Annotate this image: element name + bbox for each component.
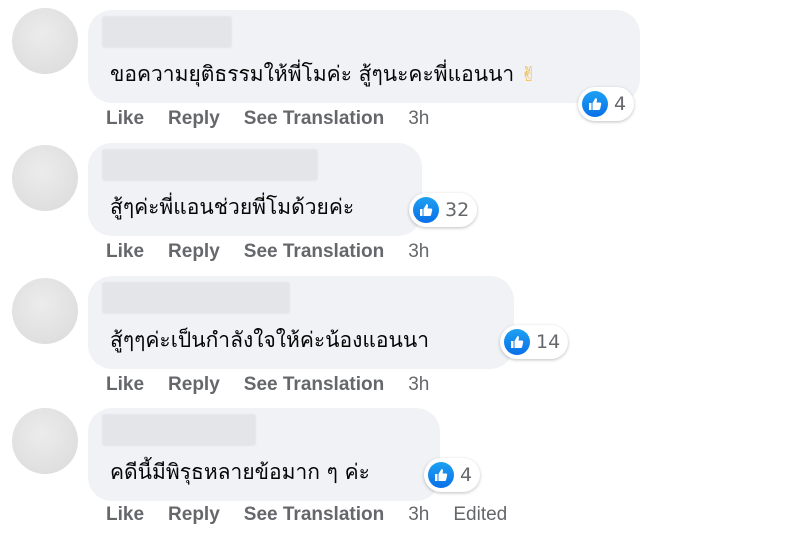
reaction-badge[interactable]: 4 xyxy=(578,87,635,121)
timestamp[interactable]: 3h xyxy=(408,241,429,263)
comment-text: ขอความยุติธรรมให้พี่โมค่ะ สู้ๆนะคะพี่แอน… xyxy=(110,60,537,88)
comment-item: สู้ๆค่ะพี่แอนช่วยพี่โมด้วยค่ะ 32 Like Re… xyxy=(0,133,800,266)
comment-text-content: สู้ๆค่ะพี่แอนช่วยพี่โมด้วยค่ะ xyxy=(110,195,355,219)
victory-hand-icon: ✌ xyxy=(520,62,537,86)
avatar[interactable] xyxy=(12,278,78,344)
timestamp[interactable]: 3h xyxy=(408,374,429,396)
edited-label[interactable]: Edited xyxy=(453,504,507,526)
comment-text-content: คดีนี้มีพิรุธหลายข้อมาก ๆ ค่ะ xyxy=(110,460,370,484)
comment-item: ขอความยุติธรรมให้พี่โมค่ะ สู้ๆนะคะพี่แอน… xyxy=(0,0,800,133)
comment-text-content: ขอความยุติธรรมให้พี่โมค่ะ สู้ๆนะคะพี่แอน… xyxy=(110,62,515,86)
reaction-count: 4 xyxy=(460,464,473,486)
author-name-blurred[interactable] xyxy=(102,149,318,181)
comment-bubble: คดีนี้มีพิรุธหลายข้อมาก ๆ ค่ะ xyxy=(88,408,440,501)
comment-actions: Like Reply See Translation 3h Edited xyxy=(106,501,531,529)
like-link[interactable]: Like xyxy=(106,374,144,396)
reaction-badge[interactable]: 32 xyxy=(409,193,478,227)
comment-text: สู้ๆๆค่ะเป็นกำลังใจให้ค่ะน้องแอนนา xyxy=(110,326,429,354)
comment-actions: Like Reply See Translation 3h xyxy=(106,371,453,399)
see-translation-link[interactable]: See Translation xyxy=(244,504,384,526)
like-icon xyxy=(582,91,608,117)
comment-actions: Like Reply See Translation 3h xyxy=(106,105,453,133)
like-icon xyxy=(413,197,439,223)
comment-item: สู้ๆๆค่ะเป็นกำลังใจให้ค่ะน้องแอนนา 14 Li… xyxy=(0,266,800,399)
comment-text: คดีนี้มีพิรุธหลายข้อมาก ๆ ค่ะ xyxy=(110,458,370,486)
author-name-blurred[interactable] xyxy=(102,414,256,446)
reply-link[interactable]: Reply xyxy=(168,241,220,263)
reaction-count: 32 xyxy=(445,199,470,221)
timestamp[interactable]: 3h xyxy=(408,108,429,130)
timestamp[interactable]: 3h xyxy=(408,504,429,526)
author-name-blurred[interactable] xyxy=(102,16,232,48)
like-icon xyxy=(504,329,530,355)
reaction-badge[interactable]: 4 xyxy=(424,458,481,492)
comment-text: สู้ๆค่ะพี่แอนช่วยพี่โมด้วยค่ะ xyxy=(110,193,354,221)
reaction-count: 4 xyxy=(614,93,627,115)
see-translation-link[interactable]: See Translation xyxy=(244,108,384,130)
comment-text-content: สู้ๆๆค่ะเป็นกำลังใจให้ค่ะน้องแอนนา xyxy=(110,328,430,352)
comment-item: คดีนี้มีพิรุธหลายข้อมาก ๆ ค่ะ 4 Like Rep… xyxy=(0,399,800,532)
reaction-count: 14 xyxy=(536,331,561,353)
avatar[interactable] xyxy=(12,8,78,74)
comment-bubble: สู้ๆค่ะพี่แอนช่วยพี่โมด้วยค่ะ xyxy=(88,143,422,236)
avatar[interactable] xyxy=(12,145,78,211)
like-link[interactable]: Like xyxy=(106,108,144,130)
comment-bubble: สู้ๆๆค่ะเป็นกำลังใจให้ค่ะน้องแอนนา xyxy=(88,276,514,369)
see-translation-link[interactable]: See Translation xyxy=(244,241,384,263)
comment-bubble: ขอความยุติธรรมให้พี่โมค่ะ สู้ๆนะคะพี่แอน… xyxy=(88,10,640,103)
comment-actions: Like Reply See Translation 3h xyxy=(106,238,453,266)
reply-link[interactable]: Reply xyxy=(168,108,220,130)
reply-link[interactable]: Reply xyxy=(168,374,220,396)
see-translation-link[interactable]: See Translation xyxy=(244,374,384,396)
avatar[interactable] xyxy=(12,408,78,474)
like-link[interactable]: Like xyxy=(106,241,144,263)
author-name-blurred[interactable] xyxy=(102,282,290,314)
like-icon xyxy=(428,462,454,488)
like-link[interactable]: Like xyxy=(106,504,144,526)
reply-link[interactable]: Reply xyxy=(168,504,220,526)
reaction-badge[interactable]: 14 xyxy=(500,325,569,359)
